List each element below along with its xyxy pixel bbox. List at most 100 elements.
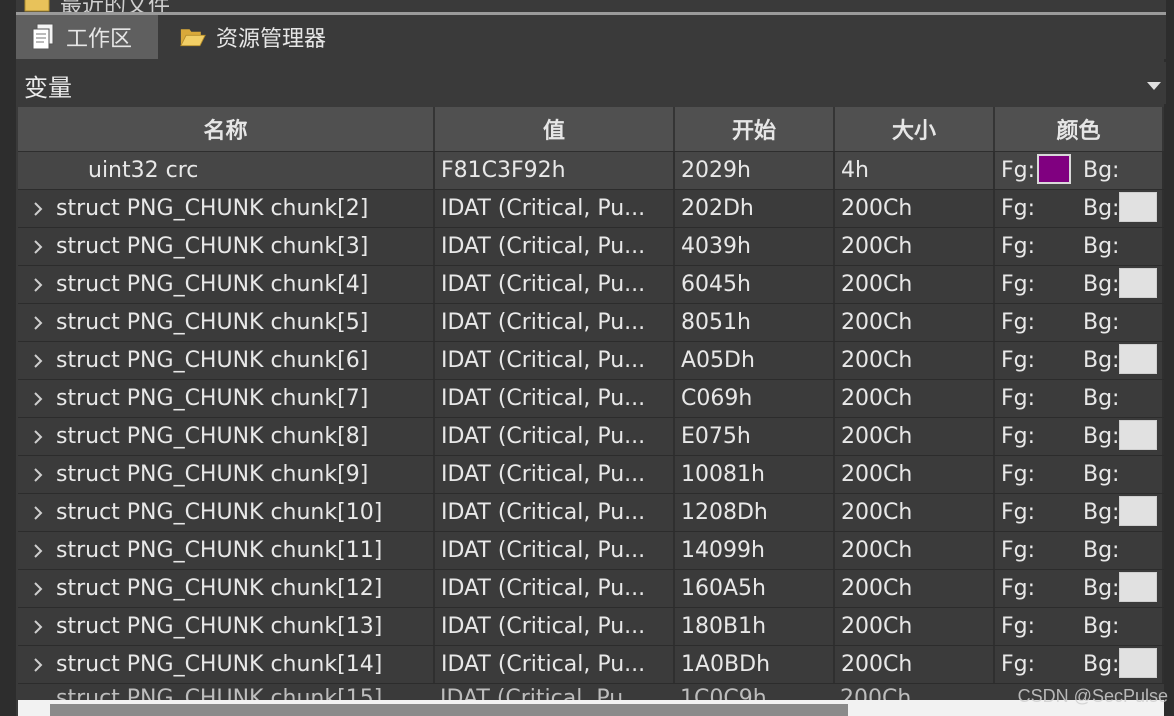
cell-value: IDAT (Critical, Pu... (435, 304, 675, 341)
horizontal-scrollbar-thumb[interactable] (50, 704, 848, 716)
tab-explorer[interactable]: 资源管理器 (166, 15, 356, 59)
column-header-color[interactable]: 颜色 (995, 107, 1164, 151)
chevron-right-icon[interactable] (28, 353, 48, 368)
cell-color[interactable]: Fg: Bg: (995, 456, 1164, 493)
table-row[interactable]: struct PNG_CHUNK chunk[3] IDAT (Critical,… (18, 228, 1164, 266)
fg-color-swatch[interactable] (1037, 154, 1071, 184)
table-row[interactable]: struct PNG_CHUNK chunk[13] IDAT (Critical… (18, 608, 1164, 646)
cell-color[interactable]: Fg: Bg: (995, 418, 1164, 455)
table-row[interactable]: struct PNG_CHUNK chunk[6] IDAT (Critical,… (18, 342, 1164, 380)
bg-color-swatch[interactable] (1119, 420, 1157, 450)
chevron-right-icon[interactable] (28, 467, 48, 482)
cell-color[interactable]: Fg: Bg: (995, 646, 1164, 683)
table-row[interactable]: struct PNG_CHUNK chunk[7] IDAT (Critical,… (18, 380, 1164, 418)
cell-size: 200Ch (835, 380, 995, 417)
chevron-right-icon[interactable] (28, 391, 48, 406)
row-name-text: struct PNG_CHUNK chunk[3] (56, 234, 369, 259)
row-name-text: struct PNG_CHUNK chunk[6] (56, 348, 369, 373)
column-header-start[interactable]: 开始 (675, 107, 835, 151)
chevron-right-icon[interactable] (28, 543, 48, 558)
bg-color-swatch[interactable] (1119, 648, 1157, 678)
variables-table: 名称 值 开始 大小 颜色 uint32 crc F81C3F92h 2029h 4h… (18, 107, 1164, 684)
cell-value: IDAT (Critical, Pu... (435, 570, 675, 607)
chevron-right-icon[interactable] (28, 505, 48, 520)
row-name-text: struct PNG_CHUNK chunk[12] (56, 576, 383, 601)
cell-color[interactable]: Fg: Bg: (995, 532, 1164, 569)
cell-value: IDAT (Critical, Pu... (435, 190, 675, 227)
right-panel-edge (1164, 0, 1174, 716)
folder-open-icon (180, 24, 206, 50)
fg-label: Fg: (1001, 272, 1036, 297)
cell-name: struct PNG_CHUNK chunk[6] (18, 342, 435, 379)
cell-color[interactable]: Fg: Bg: (995, 342, 1164, 379)
chevron-right-icon[interactable] (28, 315, 48, 330)
table-row[interactable]: struct PNG_CHUNK chunk[12] IDAT (Critical… (18, 570, 1164, 608)
bg-label: Bg: (1083, 196, 1120, 221)
row-name-text: struct PNG_CHUNK chunk[4] (56, 272, 369, 297)
cell-name: struct PNG_CHUNK chunk[11] (18, 532, 435, 569)
table-row[interactable]: struct PNG_CHUNK chunk[10] IDAT (Critical… (18, 494, 1164, 532)
table-row[interactable]: struct PNG_CHUNK chunk[9] IDAT (Critical,… (18, 456, 1164, 494)
chevron-right-icon[interactable] (28, 277, 48, 292)
column-header-size[interactable]: 大小 (835, 107, 995, 151)
cell-color[interactable]: Fg: Bg: (995, 266, 1164, 303)
cell-size: 200Ch (835, 266, 995, 303)
table-row[interactable]: struct PNG_CHUNK chunk[2] IDAT (Critical,… (18, 190, 1164, 228)
cell-color[interactable]: Fg: Bg: (995, 190, 1164, 227)
chevron-right-icon[interactable] (28, 581, 48, 596)
cell-size: 200Ch (835, 456, 995, 493)
cell-color[interactable]: Fg: Bg: (995, 380, 1164, 417)
watermark: CSDN @SecPulse (1017, 686, 1168, 706)
row-name-text: struct PNG_CHUNK chunk[2] (56, 196, 369, 221)
dropdown-triangle-icon[interactable] (1146, 76, 1162, 95)
fg-label: Fg: (1001, 500, 1036, 525)
table-row[interactable]: struct PNG_CHUNK chunk[11] IDAT (Critical… (18, 532, 1164, 570)
cell-value: IDAT (Critical, Pu... (435, 418, 675, 455)
cell-value: IDAT (Critical, Pu... (435, 228, 675, 265)
variables-section-header[interactable]: 变量 (16, 62, 1166, 104)
cell-name: struct PNG_CHUNK chunk[7] (18, 380, 435, 417)
section-title: 变量 (24, 74, 72, 102)
row-name-text: struct PNG_CHUNK chunk[14] (56, 652, 383, 677)
tab-workspace-label: 工作区 (66, 27, 133, 52)
cell-start: 14099h (675, 532, 835, 569)
cell-value: IDAT (Critical, Pu... (435, 494, 675, 531)
chevron-right-icon[interactable] (28, 239, 48, 254)
column-header-name[interactable]: 名称 (18, 107, 435, 151)
table-row[interactable]: struct PNG_CHUNK chunk[14] IDAT (Critical… (18, 646, 1164, 684)
table-row[interactable]: uint32 crc F81C3F92h 2029h 4h Fg: Bg: (18, 152, 1164, 190)
tab-workspace[interactable]: 工作区 (16, 15, 158, 59)
table-row[interactable]: struct PNG_CHUNK chunk[8] IDAT (Critical,… (18, 418, 1164, 456)
cell-size: 200Ch (835, 418, 995, 455)
bg-color-swatch[interactable] (1119, 344, 1157, 374)
cell-value: IDAT (Critical, Pu... (435, 342, 675, 379)
cell-name: struct PNG_CHUNK chunk[3] (18, 228, 435, 265)
cell-start: 4039h (675, 228, 835, 265)
column-header-value[interactable]: 值 (435, 107, 675, 151)
cell-color[interactable]: Fg: Bg: (995, 494, 1164, 531)
cell-start: 180B1h (675, 608, 835, 645)
bg-color-swatch[interactable] (1119, 496, 1157, 526)
cell-color[interactable]: Fg: Bg: (995, 228, 1164, 265)
table-row[interactable]: struct PNG_CHUNK chunk[4] IDAT (Critical,… (18, 266, 1164, 304)
cell-color[interactable]: Fg: Bg: (995, 608, 1164, 645)
bg-color-swatch[interactable] (1119, 572, 1157, 602)
table-header: 名称 值 开始 大小 颜色 (18, 107, 1164, 152)
chevron-right-icon[interactable] (28, 657, 48, 672)
cell-start: 202Dh (675, 190, 835, 227)
cell-start: 1208Dh (675, 494, 835, 531)
chevron-right-icon[interactable] (28, 201, 48, 216)
chevron-right-icon[interactable] (28, 429, 48, 444)
fg-label: Fg: (1001, 614, 1036, 639)
cell-name: struct PNG_CHUNK chunk[12] (18, 570, 435, 607)
table-row[interactable]: struct PNG_CHUNK chunk[5] IDAT (Critical,… (18, 304, 1164, 342)
bg-color-swatch[interactable] (1119, 268, 1157, 298)
cell-start: 160A5h (675, 570, 835, 607)
cell-value: IDAT (Critical, Pu... (435, 646, 675, 683)
chevron-right-icon[interactable] (28, 619, 48, 634)
cell-color[interactable]: Fg: Bg: (995, 304, 1164, 341)
bg-color-swatch[interactable] (1119, 192, 1157, 222)
cell-color[interactable]: Fg: Bg: (995, 570, 1164, 607)
row-name-text: uint32 crc (88, 158, 199, 183)
cell-color[interactable]: Fg: Bg: (995, 152, 1164, 189)
